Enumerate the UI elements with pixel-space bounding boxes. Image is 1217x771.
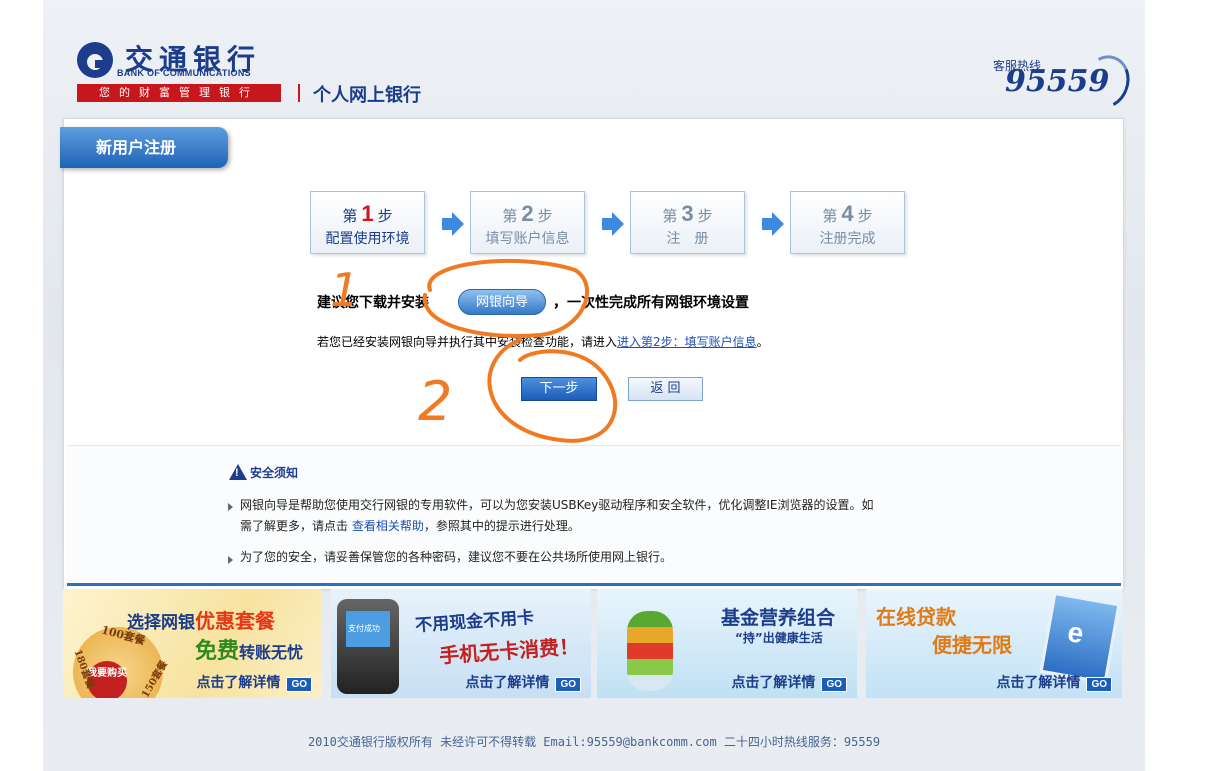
step-suffix: 步 [537, 207, 553, 225]
banner-sub-a: 手机无卡 [438, 638, 520, 668]
logo-slogan: 您的财富管理银行 [77, 84, 281, 102]
banner-cta-text: 点击了解详情 [465, 675, 550, 691]
security-item-1-text: 需了解更多，请点击 [240, 519, 352, 533]
step-number: 2 [521, 201, 534, 226]
wizard-download-button[interactable]: 网银向导 [458, 289, 546, 315]
installed-hint-end: 。 [756, 335, 769, 349]
banner-head-b: 优惠套餐 [195, 609, 275, 633]
banner-head: 基金营养组合 [721, 607, 836, 629]
security-item-1-line1: 网银向导是帮助您使用交行网银的专用软件，可以为您安装USBKey驱动程序和安全软… [240, 498, 874, 512]
header-divider [298, 84, 300, 102]
back-button[interactable]: 返 回 [628, 377, 703, 401]
step-prefix: 第 [662, 207, 678, 225]
next-button[interactable]: 下一步 [521, 377, 597, 401]
installed-hint-text: 若您已经安装网银向导并执行其中安装检查功能，请进入 [317, 335, 618, 349]
banner-sub: 手机无卡消费！ [438, 630, 580, 669]
banner-sub-b: 转账无忧 [239, 643, 304, 662]
banner-cta: 点击了解详情 GO [996, 672, 1112, 692]
step-suffix: 步 [377, 207, 393, 225]
step-number: 3 [681, 201, 694, 226]
phone-screen: 支付成功 [346, 611, 390, 647]
vegetable-stack-icon [627, 611, 673, 691]
bank-logo-icon [77, 42, 113, 78]
banner-sub-b: 消费！ [518, 634, 580, 663]
security-item-1-text-end: ，参照其中的提示进行处理。 [423, 519, 580, 533]
step-description: 注 册 [666, 231, 709, 247]
page-title: 个人网上银行 [313, 85, 421, 106]
footer-copyright: 2010交通银行版权所有 未经许可不得转载 Email:95559@bankco… [307, 735, 881, 749]
banner-head: 在线贷款 [876, 605, 956, 629]
go-icon: GO [286, 677, 312, 692]
step-number: 4 [841, 201, 854, 226]
step-arrow-icon [442, 212, 464, 236]
banner-sub-a: 免费 [195, 639, 240, 664]
go-icon: GO [1086, 677, 1112, 692]
banner-discount-package[interactable]: 我要购买 100套餐 180套餐 150套餐 选择网银优惠套餐 免费转账无忧 点… [63, 589, 322, 698]
step-description: 注册完成 [819, 231, 876, 247]
banner-fund-combo[interactable]: 基金营养组合 “持”出健康生活 点击了解详情 GO [597, 589, 857, 698]
step2-link[interactable]: 进入第2步：填写账户信息 [617, 335, 757, 349]
suggest-text-after: ，一次性完成所有网银环境设置 [553, 295, 749, 311]
banner-cta-text: 点击了解详情 [996, 675, 1081, 691]
header: 交通银行 BANK OF COMMUNICATIONS 您的财富管理银行 个人网… [43, 0, 1145, 118]
banner-cta: 点击了解详情 GO [196, 672, 312, 692]
banner-head-a: 选择网银 [127, 613, 195, 633]
banner-sub: 免费转账无忧 [195, 633, 303, 665]
go-icon: GO [555, 677, 581, 692]
step-prefix: 第 [822, 207, 838, 225]
banner-head: 不用现金不用卡 [414, 603, 535, 637]
security-item-1-line2: 需了解更多，请点击 查看相关帮助，参照其中的提示进行处理。 [240, 516, 874, 537]
hotline-swoosh-icon [1075, 48, 1137, 116]
banner-head-a: 不用现金 [414, 611, 484, 637]
banner-cta-text: 点击了解详情 [196, 675, 281, 691]
banner-head-b: 不用卡 [482, 607, 535, 632]
step-4: 第4步 注册完成 [790, 191, 905, 254]
step-description: 配置使用环境 [325, 231, 410, 247]
banner-head: 选择网银优惠套餐 [127, 605, 275, 634]
step-prefix: 第 [502, 207, 518, 225]
help-link[interactable]: 查看相关帮助 [352, 519, 424, 533]
bullet-icon [228, 556, 233, 564]
security-item-2: 为了您的安全，请妥善保管您的各种密码，建议您不要在公共场所使用网上银行。 [240, 550, 673, 564]
panel-tab-title: 新用户注册 [60, 127, 228, 168]
step-3: 第3步 注 册 [630, 191, 745, 254]
suggest-text: 建议您下载并安装 [317, 295, 429, 311]
banner-sub: 便捷无限 [932, 633, 1012, 657]
step-1: 第1步 配置使用环境 [310, 191, 425, 254]
banner-cta-text: 点击了解详情 [731, 675, 816, 691]
warning-icon [229, 464, 247, 480]
logo-english: BANK OF COMMUNICATIONS [117, 68, 251, 78]
security-title: 安全须知 [250, 466, 299, 480]
installed-hint: 若您已经安装网银向导并执行其中安装检查功能，请进入进入第2步：填写账户信息。 [317, 333, 769, 350]
banner-cta: 点击了解详情 GO [465, 672, 581, 692]
banner-mobile-payment[interactable]: 支付成功 不用现金不用卡 手机无卡消费！ 点击了解详情 GO [331, 589, 591, 698]
step-suffix: 步 [857, 207, 873, 225]
step-arrow-icon [762, 212, 784, 236]
step-number: 1 [361, 201, 374, 226]
step-suffix: 步 [697, 207, 713, 225]
banner-sub: “持”出健康生活 [735, 631, 823, 645]
step-2: 第2步 填写账户信息 [470, 191, 585, 254]
banner-online-loan[interactable]: 在线贷款 便捷无限 点击了解详情 GO [866, 589, 1122, 698]
panel-bottom-line [67, 583, 1121, 586]
security-item-1: 网银向导是帮助您使用交行网银的专用软件，可以为您安装USBKey驱动程序和安全软… [240, 495, 874, 537]
ie-laptop-icon [1039, 591, 1121, 685]
step-prefix: 第 [342, 207, 358, 225]
go-icon: GO [821, 677, 847, 692]
bullet-icon [228, 503, 233, 511]
banner-cta: 点击了解详情 GO [731, 672, 847, 692]
step-arrow-icon [602, 212, 624, 236]
step-description: 填写账户信息 [485, 231, 570, 247]
phone-screen-text: 支付成功 [348, 624, 380, 633]
